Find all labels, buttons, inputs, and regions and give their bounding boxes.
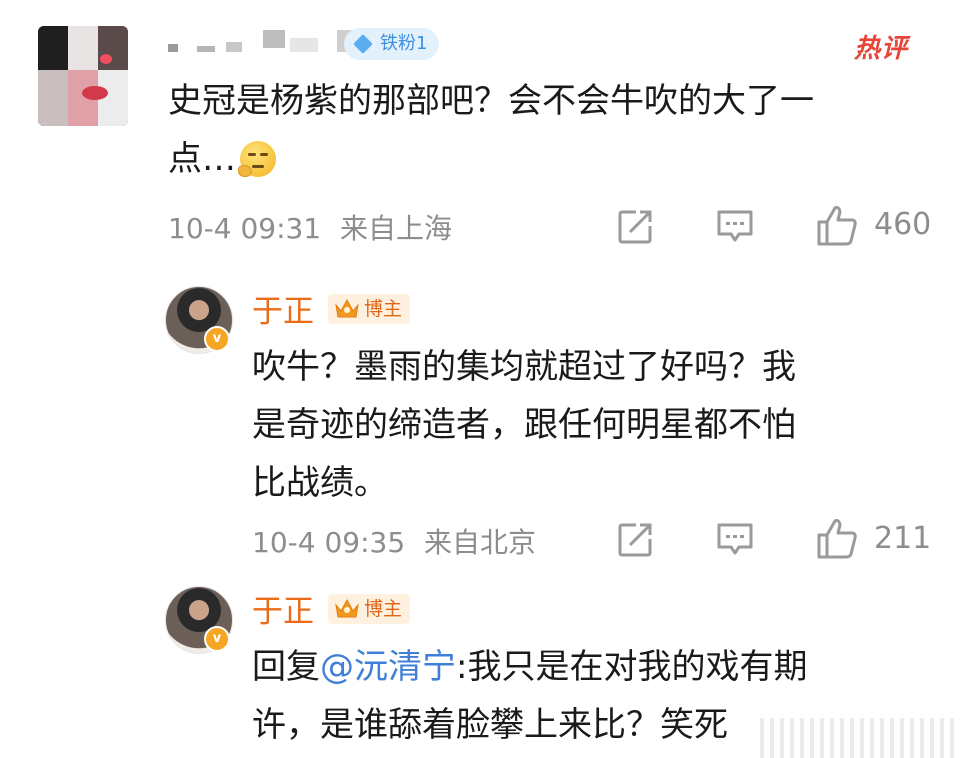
verified-badge-icon: v: [204, 626, 230, 652]
comment-text-line: 点…: [168, 130, 938, 188]
comment-text: 史冠是杨紫的那部吧？会不会牛吹的大了一 点…: [168, 72, 938, 188]
reply-meta: 10-4 09:35 来自北京: [252, 521, 536, 561]
hot-comment-tag: 热评: [854, 34, 909, 64]
host-badge-label: 博主: [364, 297, 403, 320]
reply-timestamp: 10-4 09:35: [252, 526, 406, 559]
fan-level-badge[interactable]: 铁粉1: [344, 28, 440, 60]
host-badge: 博主: [328, 593, 411, 624]
like-count: 211: [874, 521, 932, 556]
reply-text-line: 吹牛？墨雨的集均就超过了好吗？我: [252, 347, 796, 387]
comment-meta: 10-4 09:31 来自上海: [168, 207, 452, 247]
watermark-overlay: [760, 718, 960, 758]
diamond-icon: [353, 34, 373, 54]
comment-bubble-icon[interactable]: [716, 208, 754, 246]
reply-text-line: 是奇迹的缔造者，跟任何明星都不怕: [252, 405, 796, 445]
reply-header: 于正 博主: [252, 286, 411, 331]
reply-prefix: 回复: [252, 647, 320, 687]
share-icon[interactable]: [616, 521, 654, 559]
reply-text-line: 比战绩。: [252, 463, 388, 503]
thinking-face-emoji-icon: [238, 141, 276, 177]
comment-bubble-icon[interactable]: [716, 521, 754, 559]
comment-location: 来自上海: [340, 212, 453, 245]
reply-username[interactable]: 于正: [252, 586, 314, 631]
host-badge-label: 博主: [364, 597, 403, 620]
comment-timestamp: 10-4 09:31: [168, 212, 322, 245]
comment-text-ellipsis: 点…: [168, 139, 236, 179]
reply-text-fragment: :我只是在对我的戏有期: [456, 647, 808, 687]
share-icon[interactable]: [616, 208, 654, 246]
reply-text-line: 回复@沅清宁:我只是在对我的戏有期: [252, 638, 942, 696]
thumbs-up-icon[interactable]: [815, 204, 859, 248]
host-badge: 博主: [328, 293, 411, 324]
reply-location: 来自北京: [424, 526, 537, 559]
commenter-avatar[interactable]: [38, 26, 128, 126]
mention-link[interactable]: @沅清宁: [320, 647, 456, 687]
crown-icon: [335, 298, 359, 317]
like-count: 460: [874, 207, 932, 242]
thumbs-up-icon[interactable]: [815, 517, 859, 561]
reply-header: 于正 博主: [252, 586, 411, 631]
reply-username[interactable]: 于正: [252, 286, 314, 331]
reply-text: 吹牛？墨雨的集均就超过了好吗？我 是奇迹的缔造者，跟任何明星都不怕 比战绩。: [252, 338, 942, 512]
comment-text-line: 史冠是杨紫的那部吧？会不会牛吹的大了一: [168, 81, 814, 121]
fan-badge-label: 铁粉1: [380, 33, 428, 54]
verified-badge-icon: v: [204, 326, 230, 352]
crown-icon: [335, 598, 359, 617]
